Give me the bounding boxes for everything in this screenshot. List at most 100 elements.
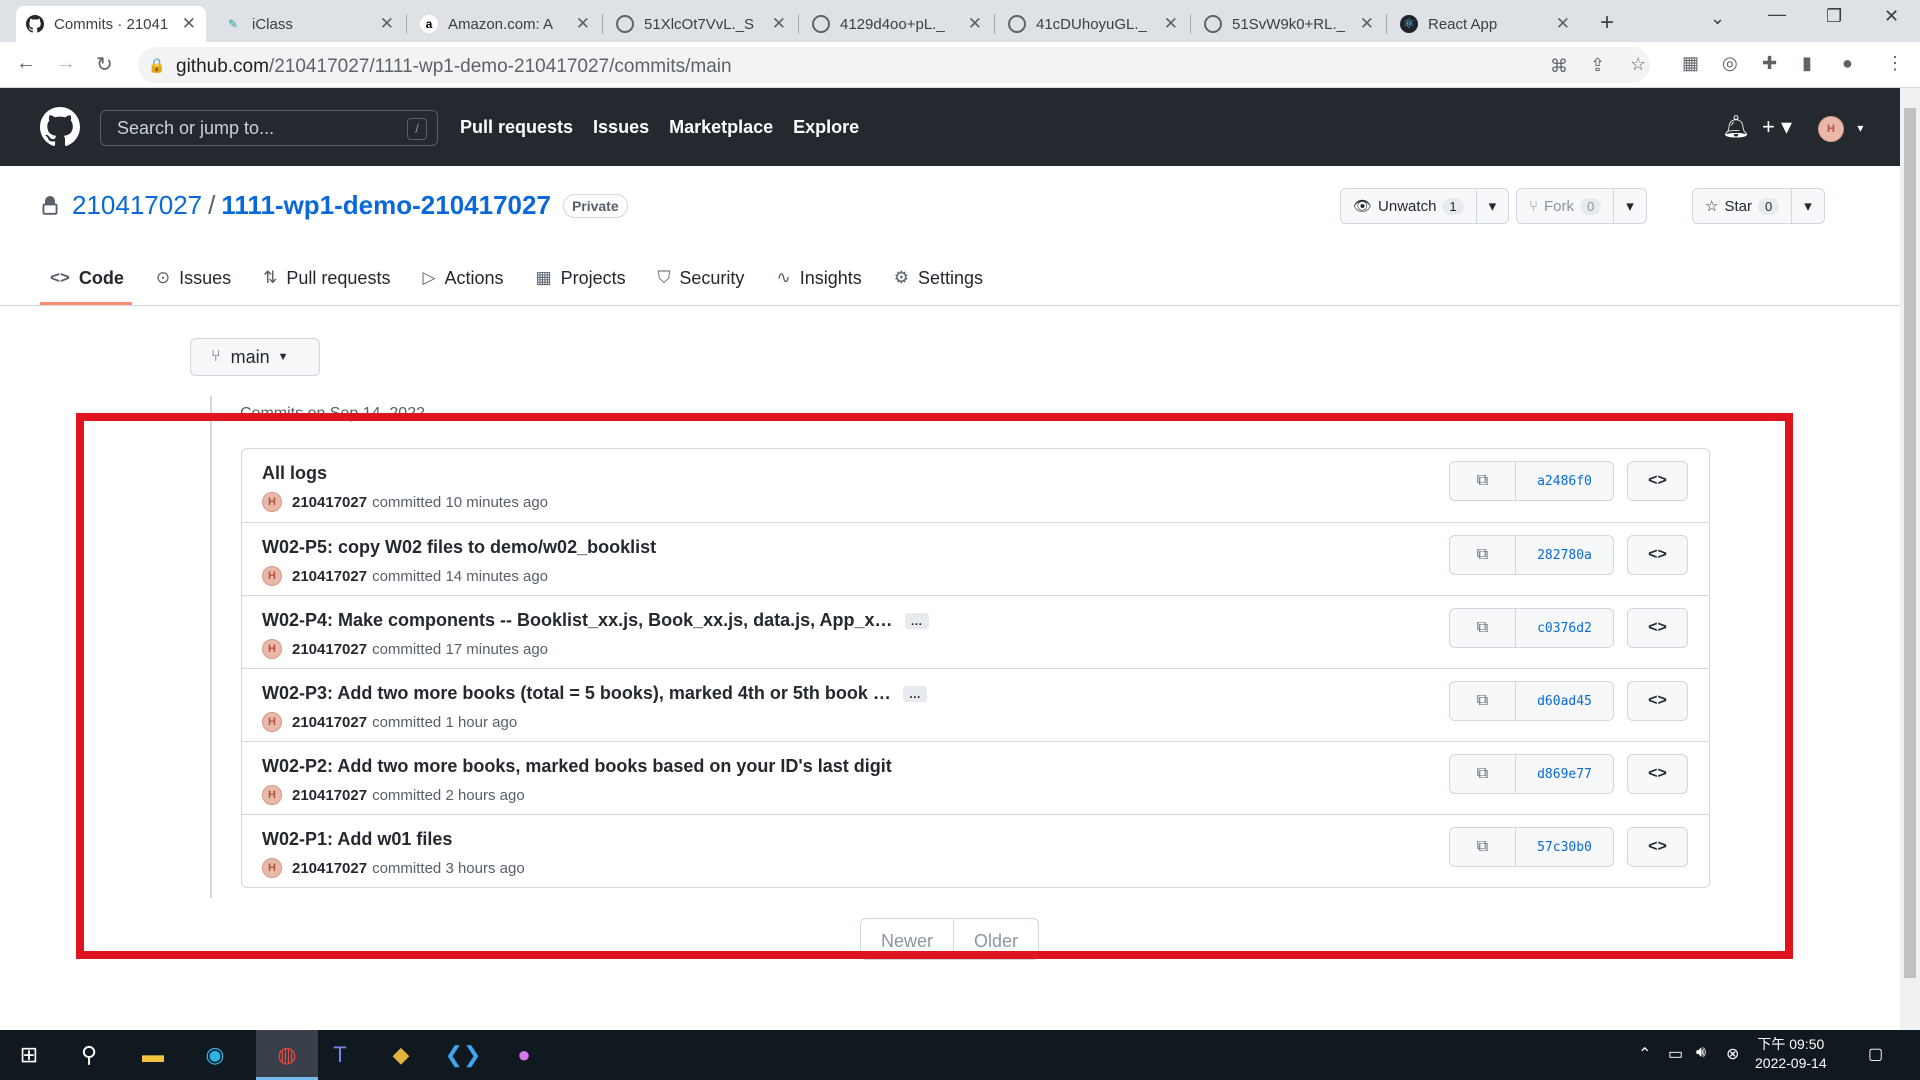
taskbar-clock[interactable]: 下午 09:50 2022-09-14 (1755, 1035, 1827, 1073)
tab-projects[interactable]: ▦ Projects (526, 260, 636, 296)
star-button[interactable]: ☆ Star 0 ▾ (1692, 188, 1825, 224)
git-icon[interactable]: ◆ (384, 1038, 418, 1072)
react-icon: ⚛ (1400, 15, 1418, 33)
back-icon[interactable]: ← (16, 52, 36, 75)
nav-pull-requests[interactable]: Pull requests (460, 117, 573, 138)
network-icon[interactable]: ▭ (1668, 1044, 1683, 1064)
tab-settings[interactable]: ⚙ Settings (884, 260, 993, 296)
browser-tab[interactable]: ⚛ React App ✕ (1390, 6, 1580, 42)
watch-main[interactable]: 👁︎ Unwatch 1 (1341, 189, 1476, 223)
omnibox[interactable]: 🔒 github.com/210417027/1111-wp1-demo-210… (138, 47, 1650, 83)
puzzle-icon[interactable]: ✚ (1762, 53, 1777, 74)
browser-tab[interactable]: a Amazon.com: A ✕ (410, 6, 600, 42)
user-avatar-menu[interactable]: H ▾ (1818, 112, 1863, 142)
github-logo-icon[interactable] (40, 107, 80, 147)
tab-label: Settings (917, 267, 984, 288)
tab-code[interactable]: <> Code (40, 260, 134, 296)
tab-label: iClass (252, 15, 293, 33)
browser-tab[interactable]: 4129d4oo+pL._ ✕ (802, 6, 992, 42)
browser-tab[interactable]: 51SvW9k0+RL._ ✕ (1194, 6, 1384, 42)
repo-name-link[interactable]: 1111-wp1-demo-210417027 (221, 190, 551, 221)
share-icon[interactable]: ⇪ (1590, 55, 1605, 76)
side-panel-icon[interactable]: ▮ (1802, 53, 1812, 74)
notification-center-icon[interactable]: ▢ (1868, 1044, 1883, 1064)
search-input[interactable]: Search or jump to... / (100, 110, 438, 146)
nav-marketplace[interactable]: Marketplace (669, 117, 773, 138)
nav-explore[interactable]: Explore (793, 117, 859, 138)
scrollbar-thumb[interactable] (1904, 108, 1916, 978)
tab-actions[interactable]: ▷ Actions (412, 260, 513, 296)
file-explorer-icon[interactable]: ▬ (136, 1038, 170, 1072)
notification-bell-icon[interactable]: 🔔︎ (1722, 114, 1750, 140)
create-new-plus-icon[interactable]: + ▾ (1762, 114, 1792, 140)
repo-slash: / (208, 190, 216, 220)
tab-label: 51SvW9k0+RL._ (1232, 15, 1345, 33)
close-tab-icon[interactable]: ✕ (772, 14, 786, 34)
tab-issues[interactable]: ⊙ Issues (146, 260, 241, 296)
tab-separator (602, 14, 603, 34)
chevron-down-icon[interactable]: ▾ (1613, 189, 1646, 223)
tab-label: Code (78, 267, 124, 288)
star-label: Star (1724, 197, 1752, 215)
chevron-down-icon[interactable]: ▾ (1791, 189, 1824, 223)
windows-taskbar: ⊞ ⚲ ▬ ◉ ◍ T ◆ ❮❯ ● ⌃ ▭ 🔊︎ ⊗ 下午 09:50 202… (0, 1030, 1920, 1080)
close-tab-icon[interactable]: ✕ (968, 14, 982, 34)
branch-select-button[interactable]: ⑂ main ▼ (190, 338, 320, 376)
restore-button[interactable]: ❐ (1826, 6, 1842, 27)
search-icon[interactable]: ⚲ (72, 1038, 106, 1072)
eye-icon: 👁︎ (1353, 198, 1373, 215)
extension-icon[interactable]: ◎ (1722, 53, 1738, 74)
windows-start-icon[interactable]: ⊞ (12, 1038, 46, 1072)
forward-icon[interactable]: → (56, 52, 76, 75)
gear-icon: ⚙ (893, 268, 909, 287)
edge-icon[interactable]: ◉ (198, 1038, 232, 1072)
url-text[interactable]: github.com/210417027/1111-wp1-demo-21041… (176, 56, 732, 78)
paint-icon[interactable]: ● (507, 1038, 541, 1072)
star-main[interactable]: ☆ Star 0 (1693, 189, 1791, 223)
minimize-button[interactable]: — (1768, 4, 1786, 25)
close-tab-icon[interactable]: ✕ (1164, 14, 1178, 34)
nav-issues[interactable]: Issues (593, 117, 649, 138)
close-tab-icon[interactable]: ✕ (182, 14, 196, 34)
browser-tab[interactable]: Commits · 21041 ✕ (16, 6, 206, 42)
chrome-icon[interactable]: ◍ (270, 1038, 304, 1072)
tab-pull-requests[interactable]: ⇅ Pull requests (253, 260, 400, 296)
tab-search-icon[interactable]: ⌄ (1710, 8, 1725, 29)
tray-chevron-icon[interactable]: ⌃ (1638, 1044, 1651, 1064)
amazon-icon: a (420, 15, 438, 33)
avatar: H (1818, 116, 1844, 142)
volume-icon[interactable]: 🔊︎ (1696, 1044, 1706, 1062)
close-tab-icon[interactable]: ✕ (1556, 14, 1570, 34)
browser-tab[interactable]: 51XlcOt7VvL._S ✕ (606, 6, 796, 42)
close-window-button[interactable]: ✕ (1884, 6, 1899, 27)
extension-icon[interactable]: ▦ (1682, 53, 1699, 74)
teams-icon[interactable]: T (323, 1038, 357, 1072)
close-tab-icon[interactable]: ✕ (380, 14, 394, 34)
ime-icon[interactable]: ⊗ (1726, 1044, 1739, 1064)
close-tab-icon[interactable]: ✕ (1360, 14, 1374, 34)
translate-icon[interactable]: ⌘ (1550, 56, 1568, 77)
new-tab-button[interactable]: + (1600, 9, 1614, 37)
tabs-divider (0, 305, 1900, 306)
vscode-icon[interactable]: ❮❯ (445, 1038, 482, 1072)
tab-insights[interactable]: ∿ Insights (766, 260, 871, 296)
browser-tab[interactable]: ✎ iClass ✕ (214, 6, 404, 42)
tab-label: Security (679, 267, 745, 288)
watch-button[interactable]: 👁︎ Unwatch 1 ▾ (1340, 188, 1510, 224)
close-tab-icon[interactable]: ✕ (576, 14, 590, 34)
lock-icon[interactable]: 🔒 (148, 57, 165, 74)
browser-tab[interactable]: 41cDUhoyuGL._ ✕ (998, 6, 1188, 42)
fork-main[interactable]: ⑂ Fork 0 (1517, 189, 1613, 223)
pull-request-icon: ⇅ (263, 268, 278, 287)
page-scrollbar[interactable] (1900, 88, 1920, 1030)
repo-owner-link[interactable]: 210417027 (72, 190, 202, 221)
profile-icon[interactable]: ● (1842, 53, 1853, 74)
menu-kebab-icon[interactable]: ⋮ (1886, 53, 1904, 74)
tab-security[interactable]: ⛉ Security (648, 260, 755, 296)
code-icon: <> (50, 268, 70, 287)
fork-button[interactable]: ⑂ Fork 0 ▾ (1516, 188, 1647, 224)
highlight-annotation-box (76, 413, 1793, 959)
reload-icon[interactable]: ↻ (96, 52, 113, 77)
bookmark-star-icon[interactable]: ☆ (1630, 54, 1646, 75)
chevron-down-icon[interactable]: ▾ (1475, 189, 1509, 223)
